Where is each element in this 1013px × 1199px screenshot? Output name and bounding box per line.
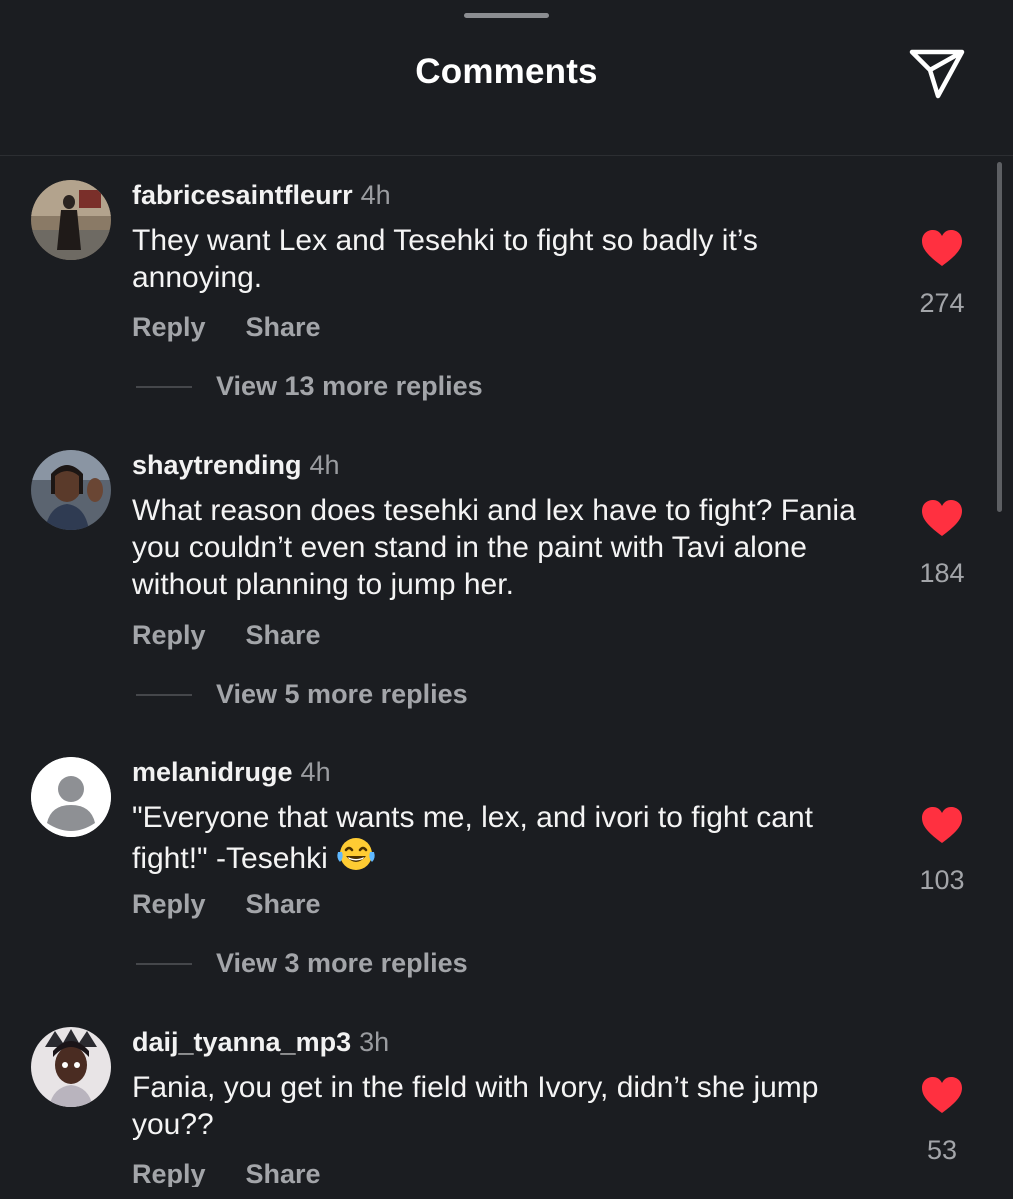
comment-text: What reason does tesehki and lex have to… (132, 494, 856, 601)
like-count: 274 (919, 288, 965, 318)
view-replies-button[interactable]: View 3 more replies (136, 948, 468, 979)
replies-divider (136, 693, 192, 696)
comment-text: Fania, you get in the field with Ivory, … (132, 1071, 819, 1141)
like-count: 103 (919, 865, 965, 895)
reply-button[interactable]: Reply (132, 620, 206, 650)
bottom-edge (0, 1187, 1013, 1199)
page-title: Comments (415, 52, 598, 91)
comment-meta: daij_tyanna_mp3 3h (132, 1027, 389, 1058)
default-avatar-icon (31, 757, 111, 837)
paper-plane-icon (909, 49, 965, 99)
comment-time: 3h (359, 1027, 390, 1057)
avatar[interactable] (31, 180, 111, 260)
view-replies-label: View 13 more replies (216, 371, 483, 401)
reply-button[interactable]: Reply (132, 889, 206, 919)
comment-username[interactable]: daij_tyanna_mp3 (132, 1027, 351, 1057)
comment-meta: melanidruge 4h (132, 757, 331, 788)
comment-time: 4h (360, 180, 391, 210)
comment-text: They want Lex and Tesehki to fight so ba… (132, 224, 758, 294)
photo-avatar-icon (31, 180, 111, 260)
like-button[interactable]: 184 (915, 498, 969, 589)
like-button[interactable]: 274 (915, 228, 969, 319)
reply-button[interactable]: Reply (132, 1159, 206, 1189)
share-button[interactable] (904, 46, 970, 102)
comment-actions: Reply Share (132, 620, 321, 651)
avatar[interactable] (31, 1027, 111, 1107)
view-replies-label: View 5 more replies (216, 679, 468, 709)
view-replies-button[interactable]: View 13 more replies (136, 371, 483, 402)
comment-time: 4h (300, 757, 331, 787)
comment-meta: fabricesaintfleurr 4h (132, 180, 391, 211)
comment-text-content: "Everyone that wants me, lex, and ivori … (132, 801, 813, 875)
like-count: 53 (926, 1135, 958, 1165)
share-comment-button[interactable]: Share (246, 620, 321, 650)
heart-icon (922, 1077, 962, 1113)
comment-actions: Reply Share (132, 312, 321, 343)
share-comment-button[interactable]: Share (246, 312, 321, 342)
drag-handle[interactable] (464, 13, 549, 18)
share-comment-button[interactable]: Share (246, 889, 321, 919)
photo-avatar-icon (31, 1027, 111, 1107)
like-button[interactable]: 53 (915, 1075, 969, 1166)
comment-time: 4h (309, 450, 340, 480)
comments-sheet: Comments fabricesaintfleurr 4h They want … (0, 0, 1013, 1199)
replies-divider (136, 385, 192, 388)
comment-username[interactable]: shaytrending (132, 450, 302, 480)
replies-divider (136, 962, 192, 965)
comment-username[interactable]: fabricesaintfleurr (132, 180, 353, 210)
comment-username[interactable]: melanidruge (132, 757, 293, 787)
like-button[interactable]: 103 (915, 805, 969, 896)
photo-avatar-icon (31, 450, 111, 530)
view-replies-label: View 3 more replies (216, 948, 468, 978)
like-count: 184 (919, 558, 965, 588)
reply-button[interactable]: Reply (132, 312, 206, 342)
tears-of-joy-emoji-icon (336, 836, 376, 881)
comment-meta: shaytrending 4h (132, 450, 340, 481)
scrollbar[interactable] (997, 162, 1002, 512)
heart-icon (922, 807, 962, 843)
heart-icon (922, 230, 962, 266)
comments-header: Comments (0, 0, 1013, 156)
avatar[interactable] (31, 757, 111, 837)
comment-actions: Reply Share (132, 1159, 321, 1190)
view-replies-button[interactable]: View 5 more replies (136, 679, 468, 710)
avatar[interactable] (31, 450, 111, 530)
share-comment-button[interactable]: Share (246, 1159, 321, 1189)
comment-actions: Reply Share (132, 889, 321, 920)
heart-icon (922, 500, 962, 536)
comment-text: "Everyone that wants me, lex, and ivori … (132, 799, 892, 881)
